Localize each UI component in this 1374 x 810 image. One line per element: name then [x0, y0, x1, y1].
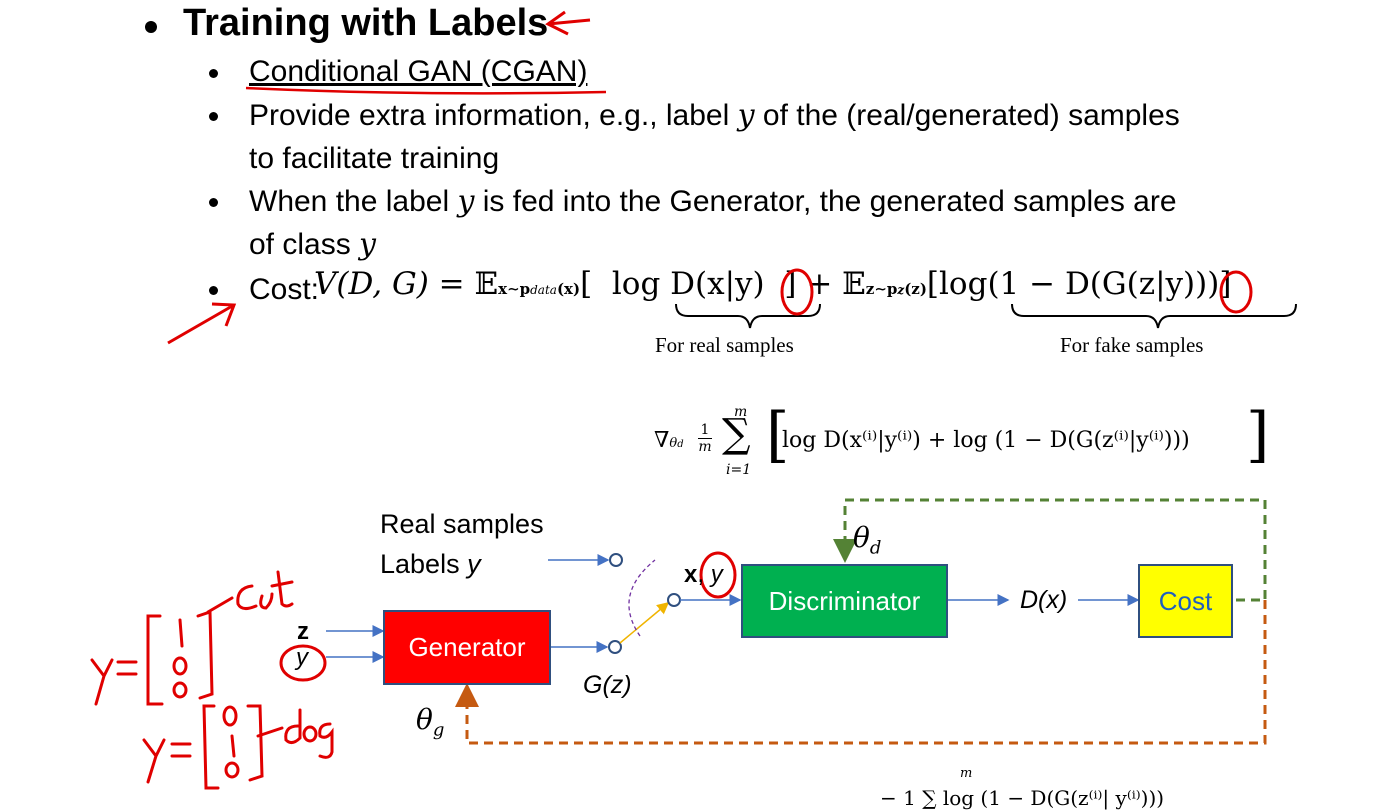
cost-box: Cost	[1138, 564, 1233, 638]
real-node	[609, 553, 623, 567]
title-ink-arrow	[545, 10, 591, 36]
switch-line	[619, 602, 670, 644]
discriminator-box: Discriminator	[741, 564, 948, 638]
discriminator-label: Discriminator	[768, 585, 921, 616]
theta-g-label: θg	[416, 703, 444, 741]
cost-ink-circle-2	[1219, 270, 1253, 314]
xy-y: y	[710, 561, 723, 588]
labels-text: Labels	[380, 549, 468, 579]
gz-label: G(z)	[583, 671, 632, 699]
xy-sep: ,	[697, 561, 711, 588]
theta-d-label: θd	[853, 521, 881, 559]
labels-var: y	[467, 549, 481, 579]
xy-x: x	[684, 561, 698, 588]
theta-d: θ	[853, 521, 870, 554]
dx-label: D(x)	[1020, 586, 1068, 614]
gen-node	[608, 640, 622, 654]
cost-ink-circle-1	[780, 268, 814, 316]
theta-g: θ	[416, 703, 433, 736]
cost-label: Cost	[1158, 585, 1213, 616]
diagram-lines	[90, 10, 1267, 790]
generator-label: Generator	[408, 632, 526, 662]
xy-label: x, y	[684, 561, 723, 589]
theta-g-sub: g	[432, 719, 445, 741]
labels-y-label: Labels y	[380, 549, 481, 580]
input-z: z	[297, 618, 309, 645]
switch-node	[667, 593, 681, 607]
generator-box: Generator	[383, 610, 551, 685]
real-samples-label: Real samples	[380, 509, 544, 539]
theta-d-sub: d	[869, 537, 882, 559]
note-cat	[90, 570, 294, 706]
cgan-ink-underline	[245, 86, 607, 95]
note-dog	[142, 704, 334, 790]
input-y: y	[296, 644, 308, 671]
cost-ink-arrow	[167, 302, 237, 345]
